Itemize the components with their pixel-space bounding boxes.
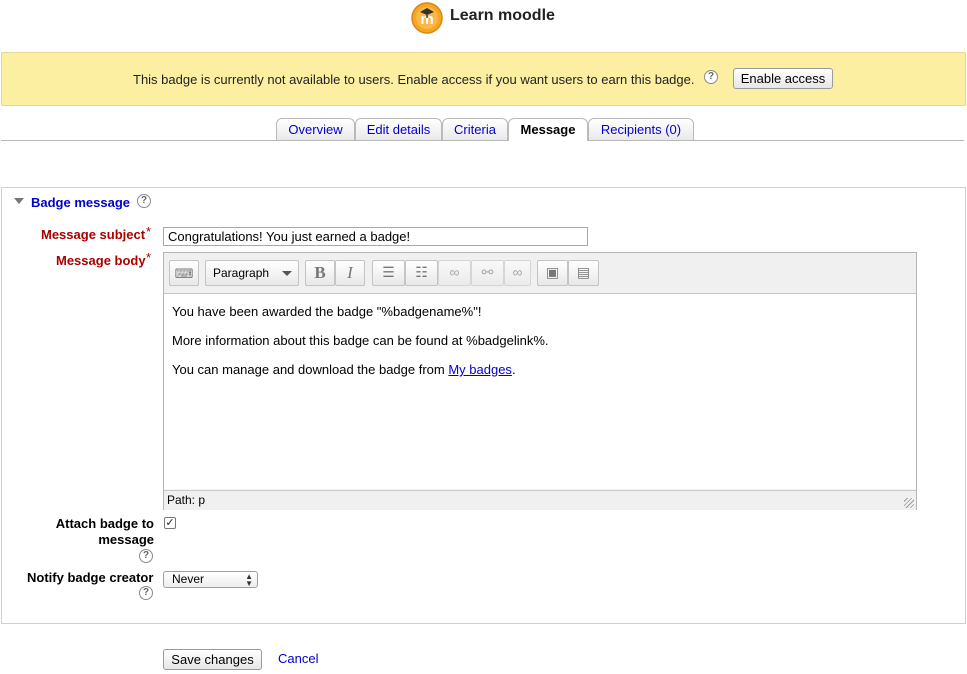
- enable-access-button[interactable]: Enable access: [733, 68, 833, 89]
- attach-label-line1: Attach badge to: [55, 516, 154, 531]
- unlink-button[interactable]: ⚯: [471, 260, 504, 286]
- save-changes-button[interactable]: Save changes: [163, 649, 262, 670]
- help-icon[interactable]: ?: [139, 549, 153, 563]
- toggle-toolbar-button[interactable]: ⌨: [169, 260, 199, 286]
- link-button[interactable]: ∞: [438, 260, 471, 286]
- unordered-list-button[interactable]: ☰: [372, 260, 405, 286]
- body-label: Message body: [56, 253, 146, 268]
- message-body-editor[interactable]: ⌨ Paragraph B I ☰ ☷ ∞ ⚯ ∞ ▣ ▤ You have b…: [163, 252, 917, 510]
- tab-overview[interactable]: Overview: [276, 118, 355, 140]
- subject-input[interactable]: [163, 227, 588, 246]
- body-paragraph-end: .: [511, 362, 516, 377]
- italic-button[interactable]: I: [335, 260, 365, 286]
- notify-label: Notify badge creator: [27, 570, 154, 585]
- media-film-icon: ▤: [576, 264, 591, 280]
- bold-button[interactable]: B: [305, 260, 335, 286]
- notify-creator-select[interactable]: Never ▲ ▼: [163, 571, 258, 588]
- tab-criteria[interactable]: Criteria: [442, 118, 508, 140]
- insert-image-button[interactable]: ▣: [537, 260, 568, 286]
- tab-row: Overview Edit details Criteria Message R…: [1, 118, 964, 142]
- bullet-list-icon: ☰: [382, 264, 395, 280]
- editor-content[interactable]: You have been awarded the badge "%badgen…: [164, 294, 916, 489]
- ordered-list-button[interactable]: ☷: [405, 260, 438, 286]
- italic-icon: I: [347, 263, 353, 282]
- required-icon: *: [146, 224, 152, 239]
- tab-message[interactable]: Message: [508, 118, 588, 141]
- editor-toolbar: ⌨ Paragraph B I ☰ ☷ ∞ ⚯ ∞ ▣ ▤: [164, 253, 916, 294]
- keyboard-icon: ⌨: [174, 266, 194, 281]
- image-icon: ▣: [545, 264, 560, 280]
- my-badges-link[interactable]: My badges: [448, 362, 512, 377]
- anchor-button[interactable]: ∞: [504, 260, 531, 286]
- collapse-arrow-icon[interactable]: [14, 198, 24, 204]
- body-paragraph: You can manage and download the badge fr…: [172, 362, 516, 377]
- body-paragraph-text: You can manage and download the badge fr…: [172, 362, 449, 377]
- element-path[interactable]: Path: p: [167, 493, 205, 507]
- body-paragraph: More information about this badge can be…: [172, 333, 549, 348]
- tab-recipients[interactable]: Recipients (0): [588, 118, 694, 140]
- cancel-link[interactable]: Cancel: [278, 651, 318, 666]
- site-title[interactable]: Learn moodle: [450, 7, 555, 25]
- bold-icon: B: [314, 263, 326, 282]
- chevron-down-icon: [282, 271, 292, 276]
- help-icon[interactable]: ?: [704, 70, 718, 84]
- help-icon[interactable]: ?: [139, 586, 153, 600]
- format-select[interactable]: Paragraph: [205, 260, 299, 286]
- numbered-list-icon: ☷: [415, 264, 428, 280]
- attach-label-line2: message: [98, 532, 154, 547]
- required-icon: *: [146, 250, 152, 265]
- fieldset-legend[interactable]: Badge message: [31, 195, 130, 210]
- editor-statusbar: Path: p: [164, 490, 916, 510]
- body-paragraph: You have been awarded the badge "%badgen…: [172, 304, 482, 319]
- tab-edit-details[interactable]: Edit details: [355, 118, 442, 140]
- insert-media-button[interactable]: ▤: [568, 260, 599, 286]
- resize-handle-icon[interactable]: [904, 498, 914, 508]
- unlink-icon: ⚯: [481, 264, 494, 280]
- availability-notice: This badge is currently not available to…: [1, 52, 966, 106]
- site-header: m Learn moodle: [0, 0, 967, 40]
- anchor-link-icon: ∞: [512, 264, 523, 280]
- notice-text: This badge is currently not available to…: [133, 72, 695, 87]
- subject-label: Message subject: [41, 227, 146, 242]
- link-icon: ∞: [449, 264, 460, 280]
- attach-badge-checkbox[interactable]: ✓: [164, 517, 176, 529]
- moodle-logo-icon[interactable]: m: [411, 2, 443, 34]
- select-arrows-icon: ▲ ▼: [245, 572, 253, 588]
- notify-value: Never: [172, 572, 205, 586]
- format-value: Paragraph: [213, 266, 270, 280]
- help-icon[interactable]: ?: [137, 194, 151, 208]
